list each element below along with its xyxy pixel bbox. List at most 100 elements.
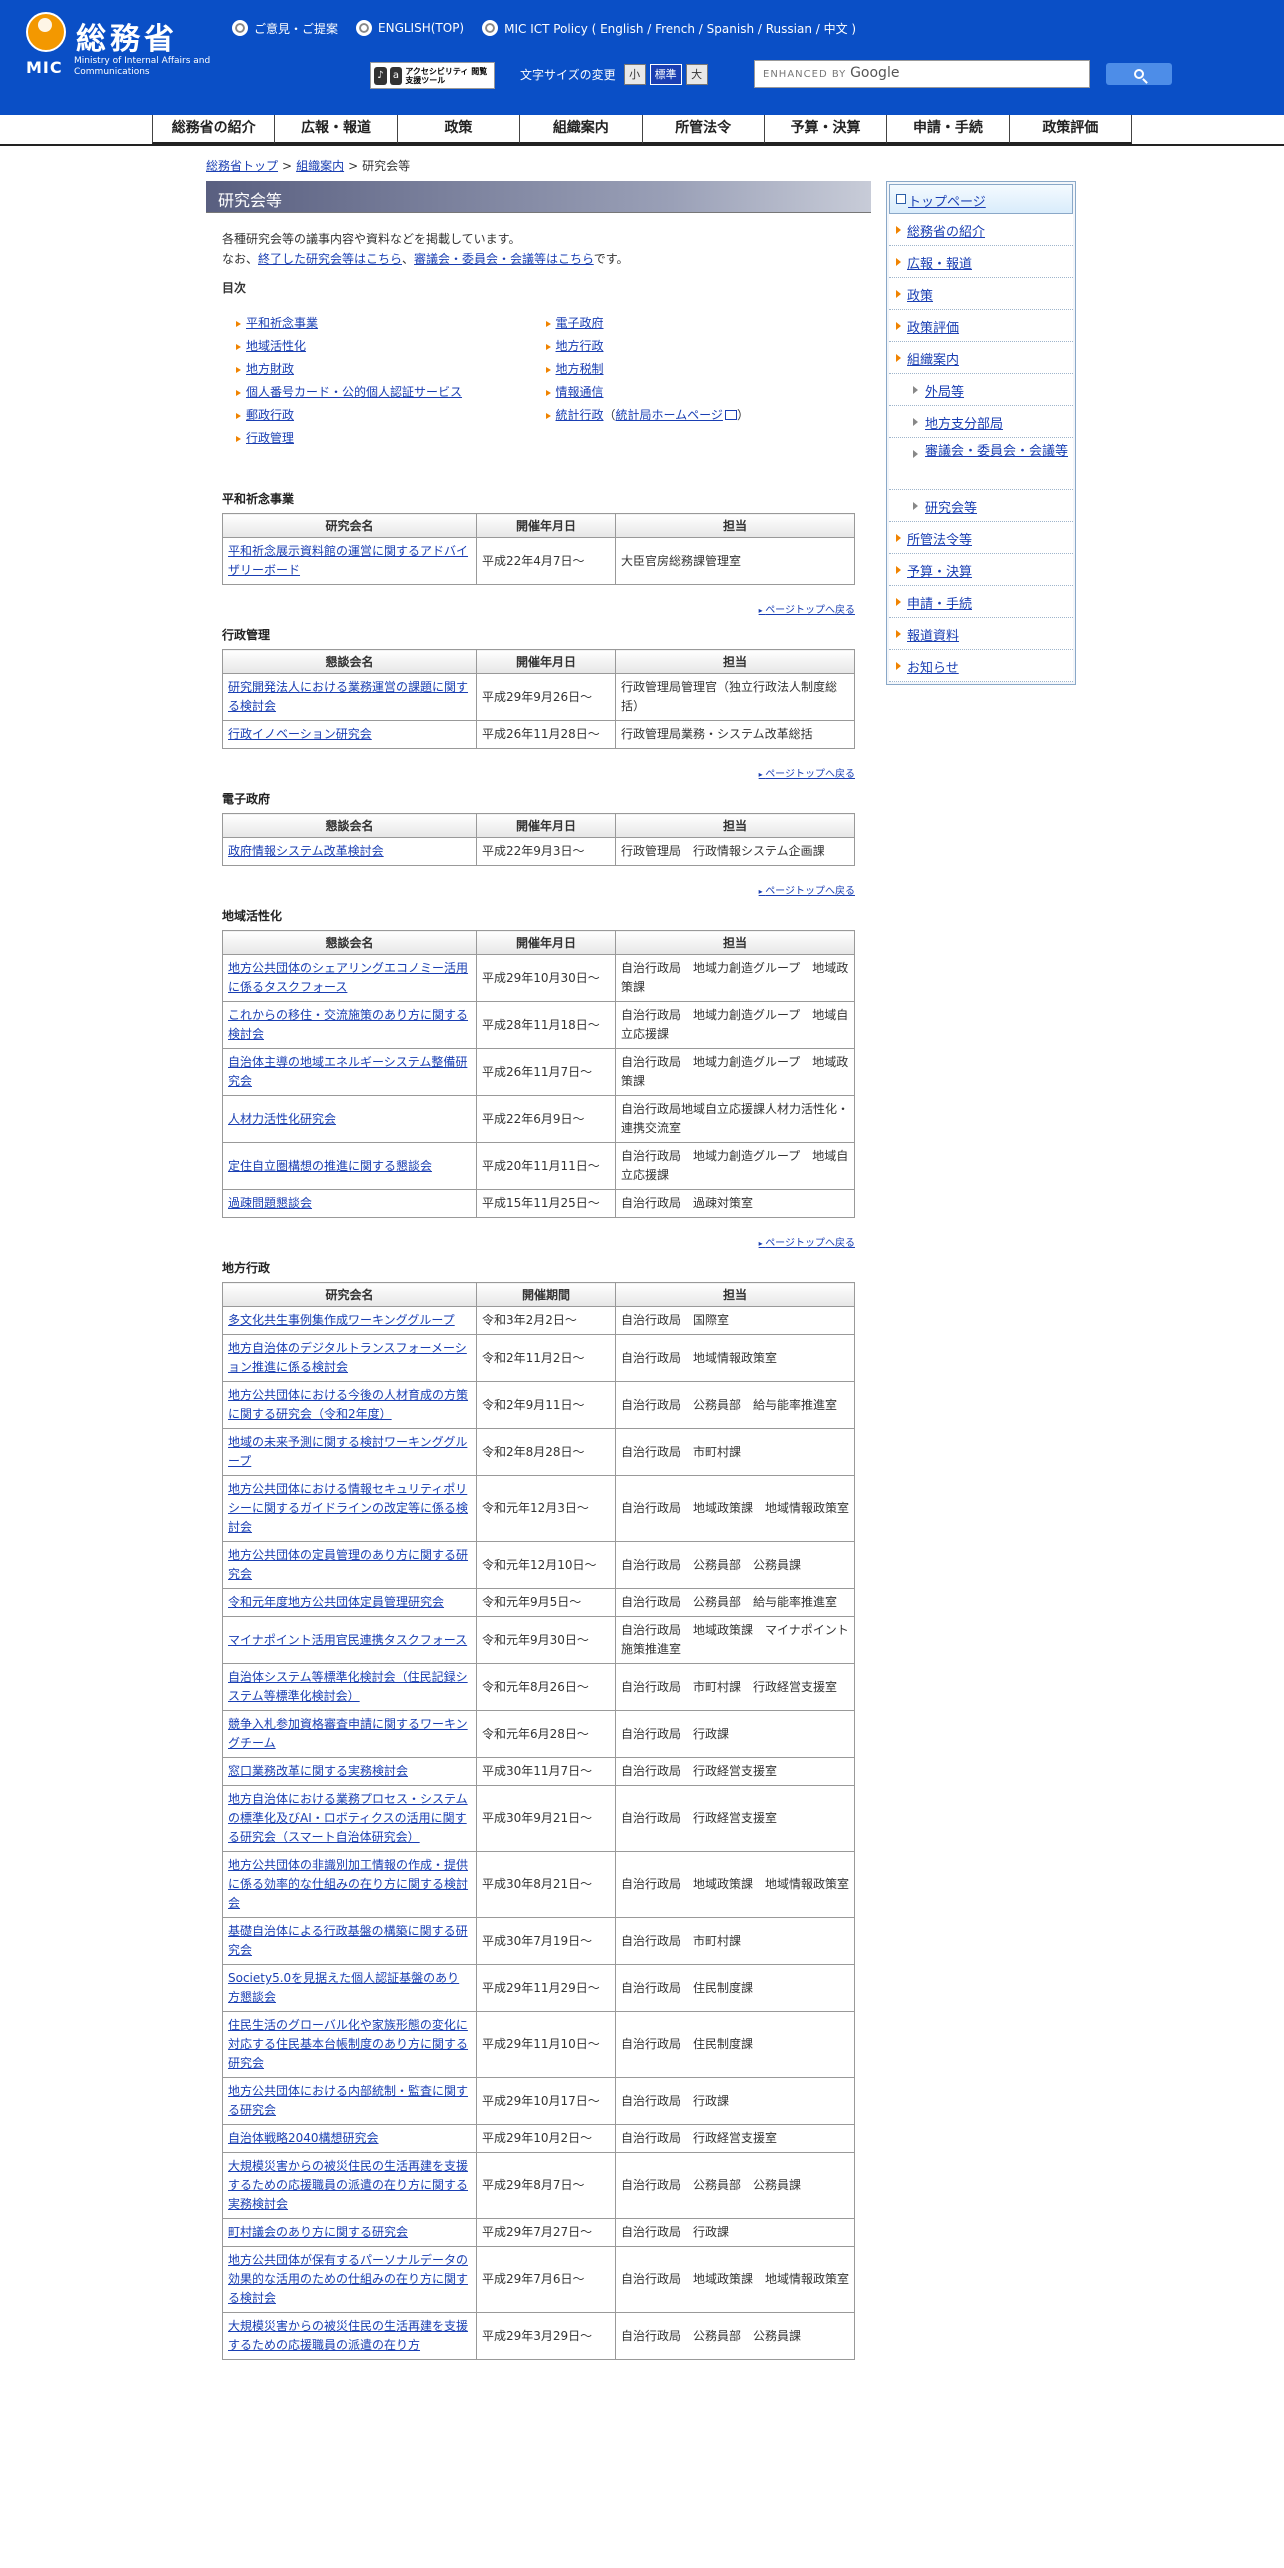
study-link[interactable]: 町村議会のあり方に関する研究会 <box>228 2225 408 2239</box>
toc-link[interactable]: 地方行政 <box>556 339 604 353</box>
study-link[interactable]: マイナポイント活用官民連携タスクフォース <box>228 1633 467 1647</box>
gnav-item-policy[interactable]: 政策 <box>396 115 520 144</box>
side-menu-item[interactable]: 地方支分部局 <box>889 406 1073 438</box>
gnav-item-organization[interactable]: 組織案内 <box>519 115 642 144</box>
page-top-anchor[interactable]: ページトップへ戻る <box>759 1238 855 1249</box>
study-link[interactable]: 地方公共団体における情報セキュリティポリシーに関するガイドラインの改定等に係る検… <box>228 1482 468 1534</box>
study-link[interactable]: 定住自立圏構想の推進に関する懇談会 <box>228 1159 432 1173</box>
side-menu-item[interactable]: 予算・決算 <box>889 554 1073 586</box>
side-menu-link[interactable]: 所管法令等 <box>907 533 972 548</box>
study-link[interactable]: 自治体システム等標準化検討会（住民記録システム等標準化検討会） <box>228 1670 468 1703</box>
study-link[interactable]: 地方公共団体のシェアリングエコノミー活用に係るタスクフォース <box>228 961 468 994</box>
accessibility-tool-button[interactable]: ♪ a アクセシビリティ 閲覧支援ツール <box>370 62 495 89</box>
side-menu-item[interactable]: 組織案内 <box>889 342 1073 374</box>
opinion-link[interactable]: ご意見・ご提案 <box>232 18 338 38</box>
study-link[interactable]: 地方公共団体の定員管理のあり方に関する研究会 <box>228 1548 468 1581</box>
study-link[interactable]: Society5.0を見据えた個人認証基盤のあり方懇談会 <box>228 1971 459 2004</box>
study-link[interactable]: これからの移住・交流施策のあり方に関する検討会 <box>228 1008 468 1041</box>
study-link[interactable]: 地方自治体における業務プロセス・システムの標準化及びAI・ロボティクスの活用に関… <box>228 1792 468 1844</box>
side-menu-item[interactable]: 報道資料 <box>889 618 1073 650</box>
gnav-item-about[interactable]: 総務省の紹介 <box>152 115 275 144</box>
toc-link[interactable]: 平和祈念事業 <box>246 316 318 330</box>
side-menu-link[interactable]: 予算・決算 <box>907 565 972 580</box>
study-link[interactable]: 過疎問題懇談会 <box>228 1196 312 1210</box>
side-menu-item[interactable]: 審議会・委員会・会議等 <box>889 438 1073 490</box>
english-link[interactable]: ENGLISH(TOP) <box>356 18 464 38</box>
side-menu-link[interactable]: 広報・報道 <box>907 257 972 272</box>
side-menu-link[interactable]: お知らせ <box>907 661 959 676</box>
study-link[interactable]: 地方公共団体の非識別加工情報の作成・提供に係る効率的な仕組みの在り方に関する検討… <box>228 1858 468 1910</box>
study-link[interactable]: 自治体主導の地域エネルギーシステム整備研究会 <box>228 1055 467 1088</box>
study-link[interactable]: 地方自治体のデジタルトランスフォーメーション推進に係る検討会 <box>228 1341 467 1374</box>
ict-policy-link[interactable]: MIC ICT Policy ( English / French / Span… <box>482 18 856 38</box>
study-link[interactable]: 研究開発法人における業務運営の課題に関する検討会 <box>228 680 468 713</box>
page-top-anchor[interactable]: ページトップへ戻る <box>759 605 855 616</box>
study-link[interactable]: 人材力活性化研究会 <box>228 1112 336 1126</box>
breadcrumb-organization-link[interactable]: 組織案内 <box>296 159 344 173</box>
study-link[interactable]: 地方公共団体における内部統制・監査に関する研究会 <box>228 2084 468 2117</box>
side-menu-link[interactable]: 組織案内 <box>907 353 959 368</box>
breadcrumb-home-link[interactable]: 総務省トップ <box>206 159 278 173</box>
page-top-anchor[interactable]: ページトップへ戻る <box>759 769 855 780</box>
gnav-item-budget[interactable]: 予算・決算 <box>763 115 887 144</box>
gnav-item-applications[interactable]: 申請・手続 <box>886 115 1009 144</box>
page-top-anchor[interactable]: ページトップへ戻る <box>759 886 855 897</box>
toc-link[interactable]: 個人番号カード・公的個人認証サービス <box>246 385 462 399</box>
study-link[interactable]: 地方公共団体における今後の人材育成の方策に関する研究会（令和2年度） <box>228 1388 468 1421</box>
side-menu-link[interactable]: 外局等 <box>925 385 964 400</box>
study-link[interactable]: 大規模災害からの被災住民の生活再建を支援するための応援職員の派遣の在り方 <box>228 2319 468 2352</box>
study-link[interactable]: 地域の未来予測に関する検討ワーキンググループ <box>228 1435 467 1468</box>
font-size-large-button[interactable]: 大 <box>685 64 708 85</box>
search-input[interactable]: ENHANCED BY Google <box>754 60 1090 88</box>
study-link[interactable]: 大規模災害からの被災住民の生活再建を支援するための応援職員の派遣の在り方に関する… <box>228 2159 468 2211</box>
side-menu-item[interactable]: 所管法令等 <box>889 522 1073 554</box>
side-menu-link[interactable]: 申請・手続 <box>907 597 972 612</box>
side-menu-item[interactable]: 広報・報道 <box>889 246 1073 278</box>
side-top-page-link[interactable]: トップページ <box>889 184 1073 214</box>
mic-logo[interactable]: 総務省 MIC Ministry of Internal Affairs and… <box>26 12 216 82</box>
side-menu-item[interactable]: 総務省の紹介 <box>889 214 1073 246</box>
side-menu-item[interactable]: 研究会等 <box>889 490 1073 522</box>
toc-link[interactable]: 電子政府 <box>556 316 604 330</box>
side-menu-link[interactable]: 政策 <box>907 289 933 304</box>
side-menu-link[interactable]: 審議会・委員会・会議等 <box>925 444 1068 459</box>
side-menu-item[interactable]: お知らせ <box>889 650 1073 682</box>
side-menu-item[interactable]: 外局等 <box>889 374 1073 406</box>
side-menu-link[interactable]: 報道資料 <box>907 629 959 644</box>
toc-link[interactable]: 統計行政 <box>556 408 604 422</box>
study-link[interactable]: 平和祈念展示資料館の運営に関するアドバイザリーボード <box>228 544 468 577</box>
font-size-standard-button[interactable]: 標準 <box>649 64 682 85</box>
councils-link[interactable]: 審議会・委員会・会議等はこちら <box>414 252 594 266</box>
side-menu-link[interactable]: 研究会等 <box>925 501 977 516</box>
side-menu-link[interactable]: 総務省の紹介 <box>907 225 985 240</box>
stat-bureau-link[interactable]: 統計局ホームページ <box>616 408 723 422</box>
study-link[interactable]: 多文化共生事例集作成ワーキンググループ <box>228 1313 455 1327</box>
speaker-icon: ♪ <box>374 66 387 85</box>
study-link[interactable]: 地方公共団体が保有するパーソナルデータの効果的な活用のための仕組みの在り方に関す… <box>228 2253 468 2305</box>
side-menu-link[interactable]: 地方支分部局 <box>925 417 1003 432</box>
toc-link[interactable]: 郵政行政 <box>246 408 294 422</box>
study-link[interactable]: 窓口業務改革に関する実務検討会 <box>228 1764 408 1778</box>
font-size-small-button[interactable]: 小 <box>623 64 646 85</box>
gnav-item-evaluation[interactable]: 政策評価 <box>1008 115 1132 144</box>
side-menu-link[interactable]: 政策評価 <box>907 321 959 336</box>
gnav-item-laws[interactable]: 所管法令 <box>641 115 764 144</box>
search-button[interactable] <box>1106 63 1172 85</box>
study-link[interactable]: 住民生活のグローバル化や家族形態の変化に対応する住民基本台帳制度のあり方に関する… <box>228 2018 468 2070</box>
toc-link[interactable]: 情報通信 <box>556 385 604 399</box>
side-menu-item[interactable]: 申請・手続 <box>889 586 1073 618</box>
gnav-item-pr[interactable]: 広報・報道 <box>274 115 397 144</box>
side-menu-item[interactable]: 政策評価 <box>889 310 1073 342</box>
toc-link[interactable]: 地方税制 <box>556 362 604 376</box>
ended-studies-link[interactable]: 終了した研究会等はこちら <box>258 252 402 266</box>
study-link[interactable]: 競争入札参加資格審査申請に関するワーキングチーム <box>228 1717 468 1750</box>
toc-link[interactable]: 行政管理 <box>246 431 294 445</box>
toc-link[interactable]: 地方財政 <box>246 362 294 376</box>
study-link[interactable]: 行政イノベーション研究会 <box>228 727 372 741</box>
toc-link[interactable]: 地域活性化 <box>246 339 306 353</box>
study-link[interactable]: 自治体戦略2040構想研究会 <box>228 2131 379 2145</box>
study-link[interactable]: 基礎自治体による行政基盤の構築に関する研究会 <box>228 1924 468 1957</box>
side-menu-item[interactable]: 政策 <box>889 278 1073 310</box>
study-link[interactable]: 令和元年度地方公共団体定員管理研究会 <box>228 1595 444 1609</box>
study-link[interactable]: 政府情報システム改革検討会 <box>228 844 384 858</box>
